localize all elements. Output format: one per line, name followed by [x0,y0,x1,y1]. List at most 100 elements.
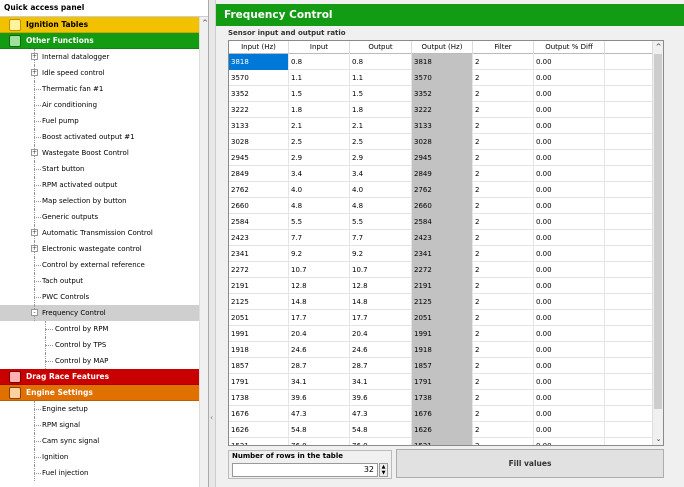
table-cell[interactable]: 2 [473,246,534,262]
table-cell[interactable]: 2945 [229,150,289,166]
table-row[interactable]: 1626 54.8 54.8 1626 2 0.00 [229,422,653,438]
table-cell[interactable]: 2 [473,102,534,118]
tree-item[interactable]: + Internal datalogger [0,49,199,65]
table-cell[interactable]: 3.4 [289,166,350,182]
table-cell[interactable]: 2.1 [289,118,350,134]
table-cell[interactable]: 9.2 [350,246,412,262]
table-cell[interactable]: 2 [473,326,534,342]
panel-splitter[interactable]: ‹ [209,0,216,487]
tree-item[interactable]: + Idle speed control [0,65,199,81]
table-cell[interactable]: 3.4 [350,166,412,182]
table-cell[interactable]: 0.00 [534,54,605,70]
tree-item[interactable]: Air conditioning [0,97,199,113]
table-cell[interactable]: 20.4 [350,326,412,342]
table-cell[interactable]: 1791 [229,374,289,390]
table-row[interactable]: 3570 1.1 1.1 3570 2 0.00 [229,70,653,86]
table-cell[interactable]: 17.7 [350,310,412,326]
table-cell[interactable]: 14.8 [350,294,412,310]
table-cell[interactable]: 0.00 [534,262,605,278]
table-cell[interactable]: 1857 [412,358,473,374]
table-cell[interactable]: 2 [473,86,534,102]
table-cell[interactable]: 1991 [412,326,473,342]
table-cell[interactable]: 0.8 [289,54,350,70]
table-cell[interactable]: 3133 [229,118,289,134]
plus-expand-icon[interactable]: + [31,149,38,156]
table-cell[interactable]: 2 [473,198,534,214]
table-row[interactable]: 2660 4.8 4.8 2660 2 0.00 [229,198,653,214]
table-cell[interactable]: 1626 [229,422,289,438]
table-cell[interactable]: 0.00 [534,230,605,246]
plus-expand-icon[interactable]: + [31,245,38,252]
table-cell[interactable]: 2 [473,358,534,374]
table-cell[interactable]: 2660 [229,198,289,214]
table-cell[interactable]: 2.9 [350,150,412,166]
table-cell[interactable]: 2.1 [350,118,412,134]
table-cell[interactable]: 2849 [412,166,473,182]
table-cell[interactable]: 2 [473,294,534,310]
table-cell[interactable]: 54.8 [350,422,412,438]
table-cell[interactable]: 2 [473,374,534,390]
table-cell[interactable]: 1918 [229,342,289,358]
table-cell[interactable]: 2 [473,310,534,326]
table-cell[interactable]: 39.6 [350,390,412,406]
table-cell[interactable]: 2945 [412,150,473,166]
table-cell[interactable]: 2341 [229,246,289,262]
table-cell[interactable]: 9.2 [289,246,350,262]
table-cell[interactable]: 0.00 [534,214,605,230]
table-cell[interactable]: 2 [473,262,534,278]
table-cell[interactable]: 1676 [229,406,289,422]
table-cell[interactable]: 4.0 [289,182,350,198]
table-cell[interactable]: 1857 [229,358,289,374]
table-cell[interactable]: 1738 [229,390,289,406]
table-cell[interactable]: 28.7 [289,358,350,374]
table-cell[interactable]: 2.9 [289,150,350,166]
table-cell[interactable]: 0.00 [534,342,605,358]
table-cell[interactable]: 0.00 [534,86,605,102]
column-header[interactable]: Output % Diff [534,41,605,54]
table-cell[interactable]: 2423 [229,230,289,246]
table-cell[interactable]: 3352 [412,86,473,102]
table-cell[interactable]: 39.6 [289,390,350,406]
table-cell[interactable]: 2341 [412,246,473,262]
table-cell[interactable]: 2 [473,54,534,70]
table-cell[interactable]: 34.1 [350,374,412,390]
tree-item[interactable]: Generic outputs [0,209,199,225]
table-cell[interactable]: 3818 [412,54,473,70]
category-drag-race-features[interactable]: Drag Race Features [0,369,199,385]
table-cell[interactable]: 3133 [412,118,473,134]
table-cell[interactable]: 2584 [412,214,473,230]
table-cell[interactable]: 1.5 [350,86,412,102]
table-cell[interactable]: 2 [473,150,534,166]
table-cell[interactable]: 2 [473,230,534,246]
table-row[interactable]: 2272 10.7 10.7 2272 2 0.00 [229,262,653,278]
table-cell[interactable]: 1676 [412,406,473,422]
table-cell[interactable]: 2191 [229,278,289,294]
table-cell[interactable]: 2 [473,438,534,445]
table-cell[interactable]: 4.8 [289,198,350,214]
tree-item[interactable]: + Automatic Transmission Control [0,225,199,241]
table-scrollbar[interactable]: ^ ⌄ [652,41,663,445]
table-cell[interactable]: 47.3 [289,406,350,422]
table-cell[interactable]: 3028 [229,134,289,150]
tree-item[interactable]: Map selection by button [0,193,199,209]
scroll-up-icon[interactable]: ^ [200,17,208,29]
table-cell[interactable]: 0.00 [534,134,605,150]
table-row[interactable]: 2125 14.8 14.8 2125 2 0.00 [229,294,653,310]
table-cell[interactable]: 2051 [229,310,289,326]
table-cell[interactable]: 5.5 [350,214,412,230]
table-row[interactable]: 3222 1.8 1.8 3222 2 0.00 [229,102,653,118]
table-cell[interactable]: 0.00 [534,294,605,310]
tree-item[interactable]: + Electronic wastegate control [0,241,199,257]
table-cell[interactable]: 3570 [412,70,473,86]
table-cell[interactable]: 2 [473,422,534,438]
table-cell[interactable]: 54.8 [289,422,350,438]
column-header[interactable]: Input (Hz) [229,41,289,54]
table-cell[interactable]: 0.00 [534,102,605,118]
table-cell[interactable]: 0.8 [350,54,412,70]
table-cell[interactable]: 2 [473,342,534,358]
table-cell[interactable]: 10.7 [289,262,350,278]
scroll-up-icon[interactable]: ^ [653,41,663,53]
table-row[interactable]: 3818 0.8 0.8 3818 2 0.00 [229,54,653,70]
tree-item[interactable]: RPM activated output [0,177,199,193]
table-cell[interactable]: 2 [473,118,534,134]
